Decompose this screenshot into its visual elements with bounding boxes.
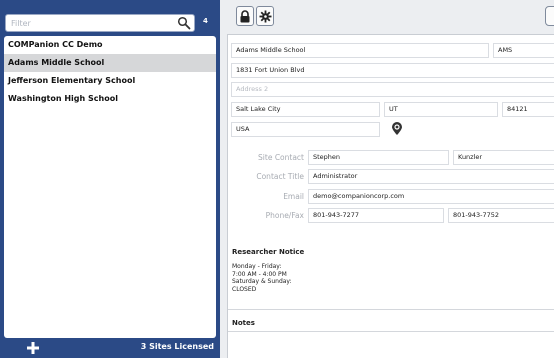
- site-count-badge: 4: [203, 17, 208, 25]
- email-field[interactable]: demo@companioncorp.com: [308, 189, 554, 204]
- section-divider: [228, 331, 554, 332]
- filter-bar: 4: [5, 14, 217, 32]
- researcher-notice-title: Researcher Notice: [232, 248, 305, 256]
- address1-field[interactable]: 1831 Fort Union Blvd: [231, 63, 554, 78]
- fax-field[interactable]: 801-943-7752: [448, 208, 554, 223]
- zip-field[interactable]: 84121: [502, 102, 554, 117]
- site-detail-form: Adams Middle School AMS 1831 Fort Union …: [227, 34, 554, 358]
- email-label: Email: [283, 192, 304, 201]
- contact-title-label: Contact Title: [256, 172, 304, 181]
- gear-icon: [259, 10, 272, 23]
- contact-last-name-field[interactable]: Kunzler: [453, 150, 554, 165]
- map-pin-icon[interactable]: [391, 122, 403, 136]
- city-field[interactable]: Salt Lake City: [231, 102, 380, 117]
- sites-licensed-label: 3 Sites Licensed: [140, 342, 214, 351]
- address2-field[interactable]: Address 2: [231, 82, 554, 97]
- list-item[interactable]: Adams Middle School: [4, 54, 216, 72]
- abbreviation-field[interactable]: AMS: [493, 43, 554, 58]
- contact-title-field[interactable]: Administrator: [308, 169, 554, 184]
- section-divider: [228, 309, 554, 310]
- state-field[interactable]: UT: [384, 102, 498, 117]
- filter-input[interactable]: [5, 14, 195, 32]
- site-list: COMPanion CC Demo Adams Middle School Je…: [4, 36, 216, 338]
- toolbar: [220, 0, 554, 34]
- plus-icon[interactable]: [26, 341, 40, 355]
- school-name-field[interactable]: Adams Middle School: [231, 43, 489, 58]
- country-field[interactable]: USA: [231, 122, 380, 137]
- sidebar-footer: 3 Sites Licensed: [0, 338, 220, 358]
- phone-fax-label: Phone/Fax: [265, 211, 304, 220]
- list-item[interactable]: COMPanion CC Demo: [4, 36, 216, 54]
- site-contact-label: Site Contact: [258, 153, 304, 162]
- lock-icon: [240, 10, 250, 23]
- settings-button[interactable]: [256, 6, 274, 26]
- notes-title: Notes: [232, 319, 255, 327]
- lock-button[interactable]: [236, 6, 254, 26]
- toolbar-edge-button[interactable]: [545, 6, 554, 26]
- contact-first-name-field[interactable]: Stephen: [308, 150, 449, 165]
- researcher-notice-text[interactable]: Monday - Friday: 7:00 AM - 4:00 PM Satur…: [232, 263, 292, 293]
- site-sidebar: 4 COMPanion CC Demo Adams Middle School …: [0, 0, 220, 358]
- list-item[interactable]: Jefferson Elementary School: [4, 72, 216, 90]
- search-icon[interactable]: [177, 16, 191, 30]
- phone-field[interactable]: 801-943-7277: [308, 208, 444, 223]
- list-item[interactable]: Washington High School: [4, 90, 216, 108]
